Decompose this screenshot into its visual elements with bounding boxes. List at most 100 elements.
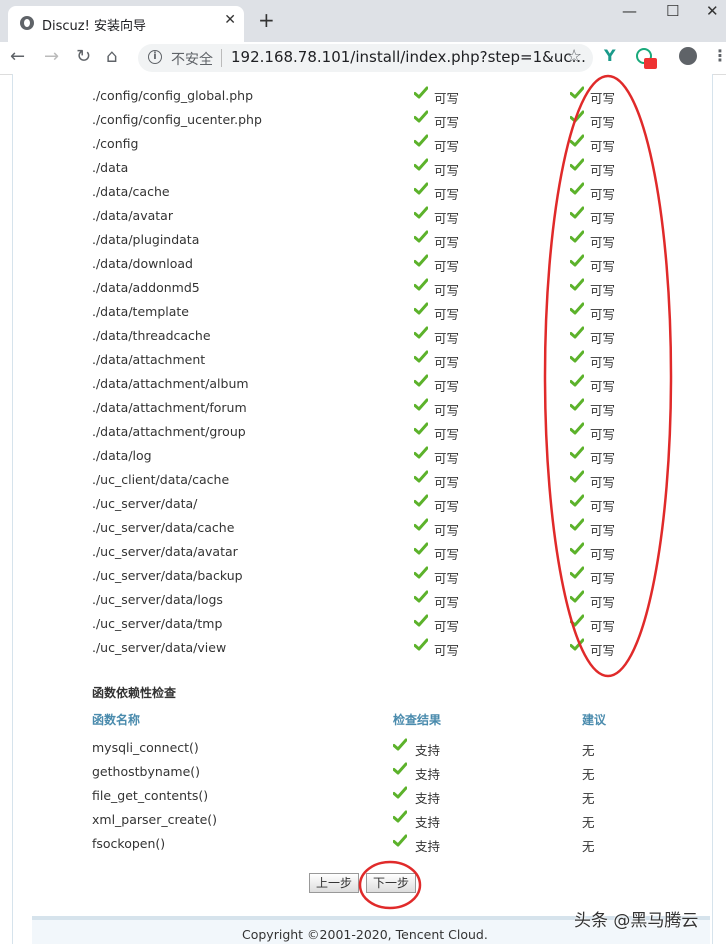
function-row: file_get_contents() 支持 无 [92, 784, 652, 808]
function-name: fsockopen() [92, 836, 166, 851]
browser-tab[interactable]: Discuz! 安装向导 ✕ [8, 6, 244, 42]
function-result: 支持 [415, 839, 441, 854]
permission-path: ./config [92, 136, 139, 151]
menu-dots-icon[interactable]: ⋮ [712, 46, 726, 65]
security-label[interactable]: 不安全 [171, 49, 213, 69]
permission-path: ./config/config_global.php [92, 88, 254, 103]
watermark-text: 头条 @黑马腾云 [574, 911, 699, 931]
permission-path: ./uc_server/data/view [92, 640, 227, 655]
check-icon [414, 278, 428, 292]
extension-y-icon[interactable]: Y [604, 46, 616, 65]
permission-path: ./data/download [92, 256, 193, 271]
func-header-advice: 建议 [582, 713, 607, 727]
new-tab-icon[interactable]: + [258, 8, 275, 32]
required-status: 可写 [434, 547, 460, 562]
info-icon[interactable]: i [148, 50, 162, 64]
check-icon [414, 158, 428, 172]
profile-avatar-icon[interactable] [679, 47, 697, 65]
check-icon [393, 834, 407, 848]
check-icon [570, 158, 584, 172]
check-icon [393, 762, 407, 776]
permission-row: ./data/attachment/group 可写 可写 [92, 420, 652, 444]
check-icon [414, 110, 428, 124]
required-status: 可写 [434, 91, 460, 106]
browser-toolbar: ← → ↻ ⌂ i 不安全 192.168.78.101/install/ind… [0, 42, 726, 75]
required-status: 可写 [434, 619, 460, 634]
forward-icon[interactable]: → [44, 46, 59, 67]
minimize-icon[interactable]: — [622, 2, 637, 20]
current-status: 可写 [590, 355, 616, 370]
check-icon [570, 206, 584, 220]
function-result: 支持 [415, 791, 441, 806]
check-icon [570, 470, 584, 484]
check-icon [414, 566, 428, 580]
home-icon[interactable]: ⌂ [106, 46, 117, 67]
check-icon [570, 446, 584, 460]
function-section-title: 函数依赖性检查 [92, 686, 177, 700]
current-status: 可写 [590, 547, 616, 562]
permission-row: ./data/plugindata 可写 可写 [92, 228, 652, 252]
permission-path: ./data/attachment/group [92, 424, 246, 439]
check-icon [414, 494, 428, 508]
check-icon [414, 470, 428, 484]
permission-path: ./data/avatar [92, 208, 173, 223]
permission-path: ./uc_client/data/cache [92, 472, 230, 487]
check-icon [570, 110, 584, 124]
permission-row: ./uc_client/data/cache 可写 可写 [92, 468, 652, 492]
current-status: 可写 [590, 523, 616, 538]
permission-row: ./config/config_global.php 可写 可写 [92, 84, 652, 108]
new-badge-icon [644, 58, 657, 69]
close-window-icon[interactable]: ✕ [706, 2, 719, 20]
check-icon [570, 374, 584, 388]
function-result: 支持 [415, 767, 441, 782]
current-status: 可写 [590, 331, 616, 346]
function-name: mysqli_connect() [92, 740, 199, 755]
tab-title: Discuz! 安装向导 [42, 19, 146, 34]
permission-row: ./data/addonmd5 可写 可写 [92, 276, 652, 300]
required-status: 可写 [434, 643, 460, 658]
bookmark-star-icon[interactable]: ☆ [566, 46, 582, 67]
maximize-icon[interactable]: ☐ [666, 2, 679, 20]
tab-strip: Discuz! 安装向导 ✕ + — ☐ ✕ [0, 0, 726, 42]
next-step-button[interactable]: 下一步 [366, 873, 417, 893]
required-status: 可写 [434, 331, 460, 346]
back-icon[interactable]: ← [10, 46, 25, 67]
required-status: 可写 [434, 235, 460, 250]
check-icon [570, 302, 584, 316]
reload-icon[interactable]: ↻ [76, 46, 91, 67]
permission-row: ./data/attachment 可写 可写 [92, 348, 652, 372]
permission-row: ./data/attachment/album 可写 可写 [92, 372, 652, 396]
copyright-text: Copyright ©2001-2020, Tencent Cloud. [242, 927, 488, 942]
url-text[interactable]: 192.168.78.101/install/index.php?step=1&… [231, 48, 586, 66]
address-bar[interactable]: i 不安全 192.168.78.101/install/index.php?s… [138, 44, 593, 72]
check-icon [570, 590, 584, 604]
current-status: 可写 [590, 115, 616, 130]
check-icon [414, 374, 428, 388]
permission-path: ./uc_server/data/logs [92, 592, 223, 607]
current-status: 可写 [590, 643, 616, 658]
function-advice: 无 [582, 791, 595, 806]
check-icon [414, 86, 428, 100]
permission-row: ./data/avatar 可写 可写 [92, 204, 652, 228]
func-header-result: 检查结果 [393, 713, 442, 727]
permission-row: ./config/config_ucenter.php 可写 可写 [92, 108, 652, 132]
check-icon [414, 446, 428, 460]
check-icon [414, 518, 428, 532]
permission-path: ./data/threadcache [92, 328, 211, 343]
check-icon [414, 230, 428, 244]
check-icon [570, 278, 584, 292]
current-status: 可写 [590, 403, 616, 418]
required-status: 可写 [434, 451, 460, 466]
permission-row: ./data/cache 可写 可写 [92, 180, 652, 204]
function-name: xml_parser_create() [92, 812, 218, 827]
check-icon [570, 230, 584, 244]
function-row: xml_parser_create() 支持 无 [92, 808, 652, 832]
required-status: 可写 [434, 115, 460, 130]
check-icon [393, 810, 407, 824]
current-status: 可写 [590, 427, 616, 442]
prev-step-button[interactable]: 上一步 [309, 873, 360, 893]
check-icon [414, 206, 428, 220]
function-advice: 无 [582, 767, 595, 782]
close-tab-icon[interactable]: ✕ [224, 12, 236, 28]
check-icon [570, 566, 584, 580]
